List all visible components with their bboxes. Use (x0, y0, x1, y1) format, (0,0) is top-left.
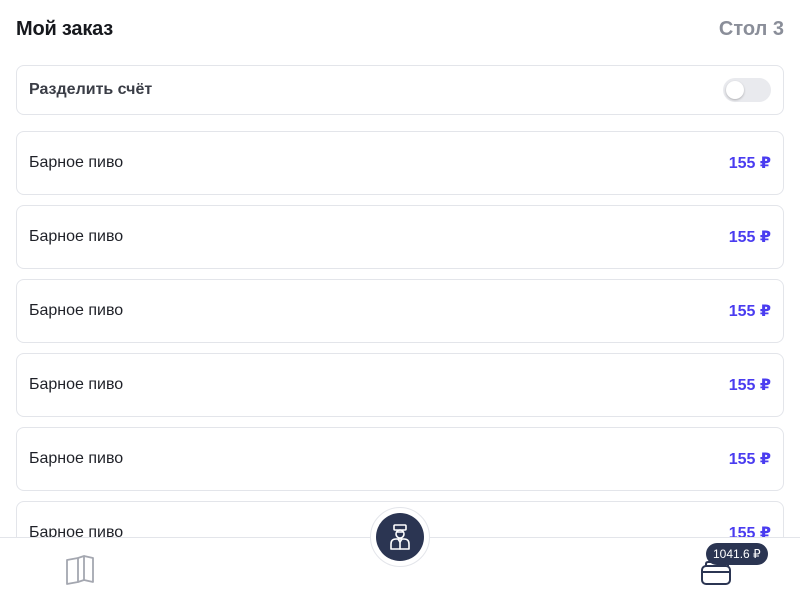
item-name: Барное пиво (29, 302, 124, 319)
item-price: 155 ₽ (728, 451, 771, 468)
toggle-knob (726, 81, 744, 99)
header: Мой заказ Стол 3 (16, 14, 784, 44)
table-number: Стол 3 (718, 17, 784, 40)
item-price: 155 ₽ (728, 377, 771, 394)
item-price: 155 ₽ (728, 229, 771, 246)
order-item[interactable]: Барное пиво 155 ₽ (16, 205, 784, 269)
page-title: Мой заказ (16, 17, 114, 40)
order-item[interactable]: Барное пиво 155 ₽ (16, 353, 784, 417)
item-name: Барное пиво (29, 154, 124, 171)
split-bill-label: Разделить счёт (29, 81, 153, 98)
item-price: 155 ₽ (728, 155, 771, 172)
order-item[interactable]: Барное пиво 155 ₽ (16, 131, 784, 195)
item-price: 155 ₽ (728, 303, 771, 320)
book-icon (66, 555, 94, 585)
menu-button[interactable] (64, 554, 96, 586)
waiter-icon (390, 524, 410, 550)
order-total-badge: 1041.6 ₽ (706, 543, 768, 565)
split-bill-card: Разделить счёт (16, 65, 784, 115)
item-name: Барное пиво (29, 376, 124, 393)
item-name: Барное пиво (29, 450, 124, 467)
waiter-button-circle (376, 513, 424, 561)
item-name: Барное пиво (29, 228, 124, 245)
order-item[interactable]: Барное пиво 155 ₽ (16, 427, 784, 491)
call-waiter-button[interactable] (370, 507, 430, 567)
split-bill-toggle[interactable] (723, 78, 771, 102)
order-item[interactable]: Барное пиво 155 ₽ (16, 279, 784, 343)
